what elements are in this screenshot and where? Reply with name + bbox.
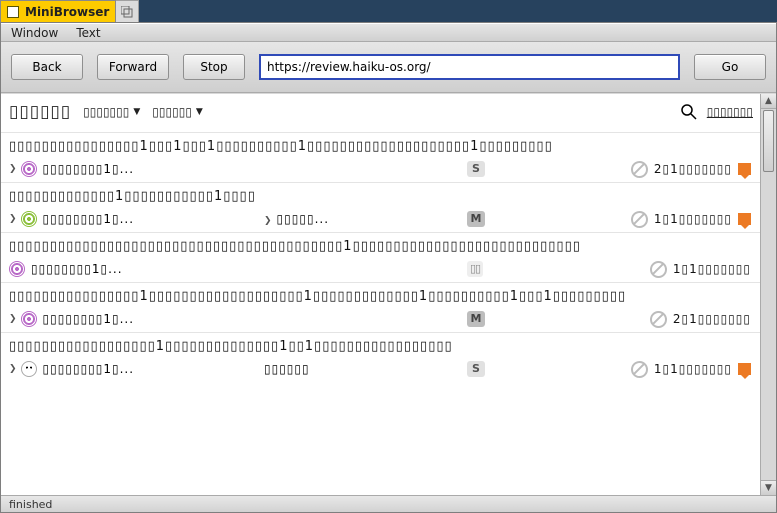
change-meta: ❯ ▯▯▯▯▯▯▯▯1▯... ▯▯▯▯▯▯ S 1▯1▯▯▯▯▯▯▯ bbox=[9, 360, 753, 378]
avatar bbox=[21, 311, 37, 327]
row-right: 1▯1▯▯▯▯▯▯▯ bbox=[631, 211, 751, 228]
size-badge: ▯▯ bbox=[467, 261, 483, 277]
change-row[interactable]: ▯▯▯▯▯▯▯▯▯▯▯▯▯▯▯▯▯▯▯▯▯▯▯▯▯▯▯▯▯▯▯▯▯▯▯▯▯▯▯▯… bbox=[1, 232, 761, 282]
chevron-down-icon: ▼ bbox=[133, 108, 140, 117]
zoom-button[interactable] bbox=[116, 0, 139, 22]
zoom-icon bbox=[121, 6, 133, 18]
size-badge: M bbox=[467, 311, 485, 327]
toolbar: Back Forward Stop https://review.haiku-o… bbox=[1, 42, 776, 93]
menu-window[interactable]: Window bbox=[11, 26, 58, 40]
window-title: MiniBrowser bbox=[25, 5, 109, 19]
site-brand[interactable]: ▯▯▯▯▯▯ bbox=[9, 102, 71, 122]
avatar bbox=[21, 211, 37, 227]
dropdown-1[interactable]: ▯▯▯▯▯▯▯▼ bbox=[83, 105, 140, 119]
owner-name: ▯▯▯▯▯▯▯▯1▯... bbox=[43, 162, 135, 176]
dropdown-2[interactable]: ▯▯▯▯▯▯▼ bbox=[152, 105, 203, 119]
change-meta: ❯ ▯▯▯▯▯▯▯▯1▯... ❯▯▯▯▯▯... M 1▯1▯▯▯▯▯▯▯ bbox=[9, 210, 753, 228]
title-tab: MiniBrowser bbox=[0, 0, 139, 22]
comment-icon bbox=[738, 163, 751, 175]
status-icon bbox=[650, 311, 667, 328]
size-badge: S bbox=[467, 161, 485, 177]
row-right: 2▯1▯▯▯▯▯▯▯ bbox=[650, 311, 751, 328]
title-bar[interactable]: MiniBrowser bbox=[0, 0, 116, 22]
row-right: 1▯1▯▯▯▯▯▯▯ bbox=[650, 261, 751, 278]
size-badge-wrap: M bbox=[467, 211, 485, 227]
change-title: ▯▯▯▯▯▯▯▯▯▯▯▯▯▯▯▯▯▯▯▯▯▯▯▯▯▯▯▯▯▯▯▯▯▯▯▯▯▯▯▯… bbox=[9, 239, 753, 254]
size-badge-wrap: ▯▯ bbox=[467, 261, 483, 277]
close-icon[interactable] bbox=[7, 6, 19, 18]
change-row[interactable]: ▯▯▯▯▯▯▯▯▯▯▯▯▯▯▯▯▯▯1▯▯▯▯▯▯▯▯▯▯▯▯▯▯1▯▯1▯▯▯… bbox=[1, 332, 761, 382]
chevron-icon: ❯ bbox=[9, 164, 17, 174]
branch-label: ❯▯▯▯▯▯... bbox=[264, 212, 329, 226]
comment-icon bbox=[738, 213, 751, 225]
avatar bbox=[21, 161, 37, 177]
page-header: ▯▯▯▯▯▯ ▯▯▯▯▯▯▯▼ ▯▯▯▯▯▯▼ ▯▯▯▯▯▯▯ bbox=[1, 94, 761, 132]
chevron-icon: ❯ bbox=[9, 364, 17, 374]
back-button[interactable]: Back bbox=[11, 54, 83, 80]
forward-button[interactable]: Forward bbox=[97, 54, 169, 80]
updated-text: 1▯1▯▯▯▯▯▯▯ bbox=[673, 262, 751, 276]
scroll-down-icon[interactable]: ▼ bbox=[761, 480, 776, 495]
scroll-up-icon[interactable]: ▲ bbox=[761, 94, 776, 109]
avatar bbox=[21, 361, 37, 377]
row-right: 1▯1▯▯▯▯▯▯▯ bbox=[631, 361, 751, 378]
change-title: ▯▯▯▯▯▯▯▯▯▯▯▯▯▯▯▯▯▯1▯▯▯▯▯▯▯▯▯▯▯▯▯▯1▯▯1▯▯▯… bbox=[9, 339, 753, 354]
status-bar: finished bbox=[1, 495, 776, 512]
change-meta: ▯▯▯▯▯▯▯▯1▯... ▯▯ 1▯1▯▯▯▯▯▯▯ bbox=[9, 260, 753, 278]
comment-icon bbox=[738, 363, 751, 375]
chevron-icon: ❯ bbox=[264, 216, 273, 226]
chevron-icon: ❯ bbox=[9, 314, 17, 324]
size-badge-wrap: M bbox=[467, 311, 485, 327]
status-text: finished bbox=[9, 498, 52, 511]
change-title: ▯▯▯▯▯▯▯▯▯▯▯▯▯▯▯▯1▯▯▯1▯▯▯1▯▯▯▯▯▯▯▯▯▯1▯▯▯▯… bbox=[9, 139, 753, 154]
avatar bbox=[9, 261, 25, 277]
change-meta: ❯ ▯▯▯▯▯▯▯▯1▯... M 2▯1▯▯▯▯▯▯▯ bbox=[9, 310, 753, 328]
size-badge-wrap: S bbox=[467, 161, 485, 177]
scrollbar-thumb[interactable] bbox=[763, 110, 774, 172]
change-row[interactable]: ▯▯▯▯▯▯▯▯▯▯▯▯▯▯▯▯1▯▯▯▯▯▯▯▯▯▯▯▯▯▯▯▯▯▯▯1▯▯▯… bbox=[1, 282, 761, 332]
stop-button[interactable]: Stop bbox=[183, 54, 245, 80]
change-meta: ❯ ▯▯▯▯▯▯▯▯1▯... S 2▯1▯▯▯▯▯▯▯ bbox=[9, 160, 753, 178]
change-row[interactable]: ▯▯▯▯▯▯▯▯▯▯▯▯▯▯▯▯1▯▯▯1▯▯▯1▯▯▯▯▯▯▯▯▯▯1▯▯▯▯… bbox=[1, 132, 761, 182]
sign-in-link[interactable]: ▯▯▯▯▯▯▯ bbox=[707, 105, 753, 119]
url-input[interactable]: https://review.haiku-os.org/ bbox=[259, 54, 680, 80]
size-badge: M bbox=[467, 211, 485, 227]
updated-text: 1▯1▯▯▯▯▯▯▯ bbox=[654, 362, 732, 376]
updated-text: 1▯1▯▯▯▯▯▯▯ bbox=[654, 212, 732, 226]
owner-name: ▯▯▯▯▯▯▯▯1▯... bbox=[31, 262, 123, 276]
go-button[interactable]: Go bbox=[694, 54, 766, 80]
menu-bar: Window Text bbox=[1, 24, 776, 42]
status-icon bbox=[650, 261, 667, 278]
change-title: ▯▯▯▯▯▯▯▯▯▯▯▯▯▯▯▯1▯▯▯▯▯▯▯▯▯▯▯▯▯▯▯▯▯▯▯1▯▯▯… bbox=[9, 289, 753, 304]
updated-text: 2▯1▯▯▯▯▯▯▯ bbox=[673, 312, 751, 326]
owner-name: ▯▯▯▯▯▯▯▯1▯... bbox=[43, 362, 135, 376]
owner-name: ▯▯▯▯▯▯▯▯1▯... bbox=[43, 212, 135, 226]
row-right: 2▯1▯▯▯▯▯▯▯ bbox=[631, 161, 751, 178]
size-badge-wrap: S bbox=[467, 361, 485, 377]
updated-text: 2▯1▯▯▯▯▯▯▯ bbox=[654, 162, 732, 176]
chevron-icon: ❯ bbox=[9, 214, 17, 224]
size-badge: S bbox=[467, 361, 485, 377]
branch-label: ▯▯▯▯▯▯ bbox=[264, 362, 310, 376]
owner-name: ▯▯▯▯▯▯▯▯1▯... bbox=[43, 312, 135, 326]
status-icon bbox=[631, 361, 648, 378]
url-text: https://review.haiku-os.org/ bbox=[267, 60, 431, 74]
menu-text[interactable]: Text bbox=[76, 26, 100, 40]
status-icon bbox=[631, 211, 648, 228]
vertical-scrollbar[interactable]: ▲ ▼ bbox=[760, 94, 776, 495]
status-icon bbox=[631, 161, 648, 178]
search-icon[interactable] bbox=[681, 104, 697, 120]
change-title: ▯▯▯▯▯▯▯▯▯▯▯▯▯1▯▯▯▯▯▯▯▯▯▯▯1▯▯▯▯ bbox=[9, 189, 753, 204]
page-content: ▯▯▯▯▯▯ ▯▯▯▯▯▯▯▼ ▯▯▯▯▯▯▼ ▯▯▯▯▯▯▯ ▯▯▯▯▯▯▯▯… bbox=[1, 93, 776, 495]
chevron-down-icon: ▼ bbox=[196, 108, 203, 117]
change-row[interactable]: ▯▯▯▯▯▯▯▯▯▯▯▯▯1▯▯▯▯▯▯▯▯▯▯▯1▯▯▯▯ ❯ ▯▯▯▯▯▯▯▯1… bbox=[1, 182, 761, 232]
